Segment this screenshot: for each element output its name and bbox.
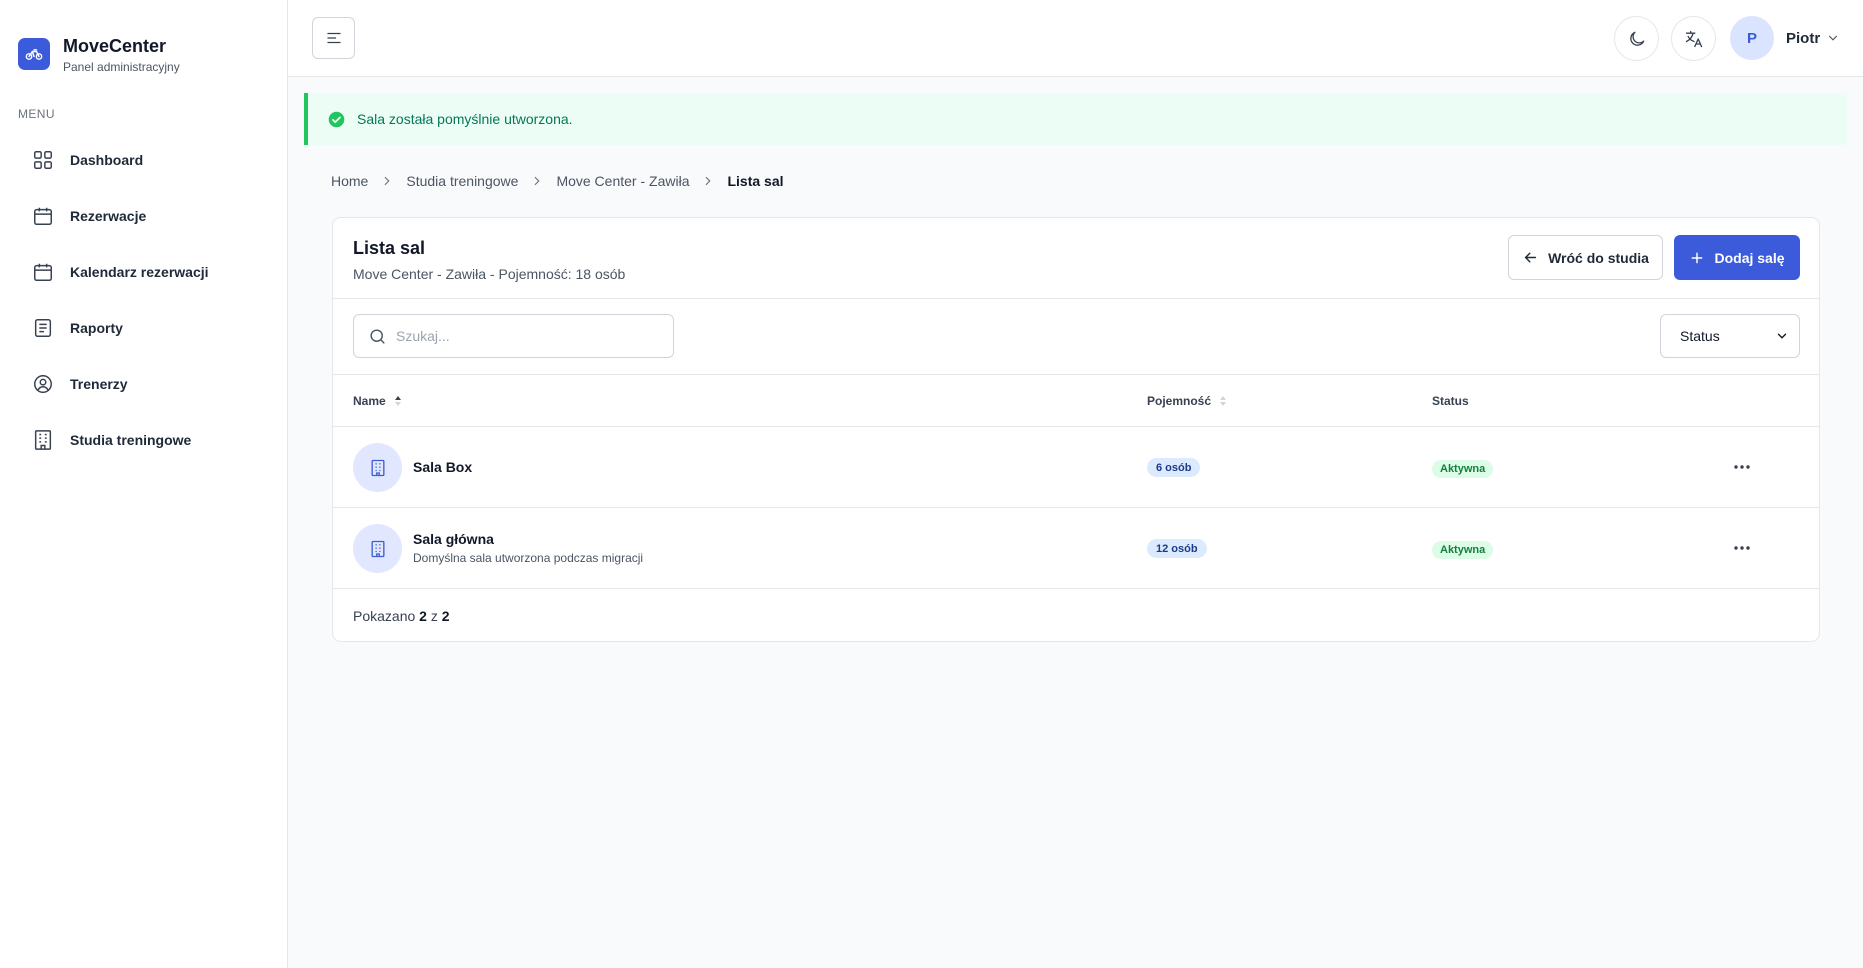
sidebar-item-dashboard[interactable]: Dashboard <box>18 132 270 188</box>
back-to-studio-button[interactable]: Wróć do studia <box>1508 235 1663 280</box>
sidebar-item-label: Studia treningowe <box>70 432 192 448</box>
chevron-right-icon <box>380 174 394 188</box>
sidebar-item-label: Rezerwacje <box>70 208 147 224</box>
moon-icon <box>1629 31 1644 46</box>
column-status-label: Status <box>1432 394 1469 408</box>
plus-icon <box>1692 252 1703 263</box>
brand-title: MoveCenter <box>63 36 167 56</box>
building-icon <box>353 524 402 573</box>
sidebar-item-label: Raporty <box>70 320 123 336</box>
chevron-right-icon <box>530 174 544 188</box>
more-actions-button[interactable] <box>1729 538 1755 558</box>
table-row[interactable]: Sala główna Domyślna sala utworzona podc… <box>333 508 1819 589</box>
breadcrumb: Home Studia treningowe Move Center - Zaw… <box>331 173 784 189</box>
sidebar-item-label: Dashboard <box>70 152 144 168</box>
success-alert: Sala została pomyślnie utworzona. <box>304 93 1847 145</box>
chevron-right-icon <box>701 174 715 188</box>
report-icon <box>34 319 52 337</box>
column-status-header: Status <box>1432 394 1469 408</box>
alert-message: Sala została pomyślnie utworzona. <box>357 111 573 127</box>
sidebar: MoveCenter Panel administracyjny MENU Da… <box>0 0 288 968</box>
brand-subtitle: Panel administracyjny <box>63 60 180 74</box>
chevron-down-icon <box>1777 333 1787 339</box>
search-box[interactable] <box>353 314 674 358</box>
more-actions-button[interactable] <box>1729 457 1755 477</box>
capacity-badge: 12 osób <box>1147 539 1207 558</box>
capacity-badge: 6 osób <box>1147 458 1201 477</box>
menu-heading: MENU <box>18 107 55 121</box>
breadcrumb-studios[interactable]: Studia treningowe <box>406 173 518 189</box>
pagination-summary: Pokazano 2 z 2 <box>353 608 450 624</box>
user-circle-icon <box>34 375 52 393</box>
building-icon <box>353 443 402 492</box>
avatar[interactable]: P <box>1730 16 1774 60</box>
translate-icon <box>1685 30 1702 47</box>
table-row[interactable]: Sala Box 6 osób Aktywna <box>333 427 1819 508</box>
column-name-header[interactable]: Name <box>353 394 402 408</box>
sidebar-item-rezerwacje[interactable]: Rezerwacje <box>18 188 270 244</box>
status-badge: Aktywna <box>1432 460 1494 478</box>
sidebar-item-studia[interactable]: Studia treningowe <box>18 412 270 468</box>
sidebar-item-trenerzy[interactable]: Trenerzy <box>18 356 270 412</box>
breadcrumb-current: Lista sal <box>727 173 784 189</box>
dark-mode-button[interactable] <box>1614 16 1659 61</box>
arrow-left-icon <box>1524 252 1537 263</box>
sidebar-item-label: Kalendarz rezerwacji <box>70 264 209 280</box>
column-name-label: Name <box>353 394 386 408</box>
add-room-button[interactable]: Dodaj salę <box>1674 235 1800 280</box>
status-filter-select[interactable]: Status <box>1660 314 1800 358</box>
more-horizontal-icon <box>1734 546 1750 550</box>
sidebar-nav: Dashboard Rezerwacje Kalendarz rezerwacj… <box>18 132 270 468</box>
chevron-down-icon[interactable] <box>1826 31 1840 45</box>
column-capacity-label: Pojemność <box>1147 394 1212 408</box>
summary-total: 2 <box>441 608 450 624</box>
search-icon <box>370 328 385 344</box>
sidebar-item-label: Trenerzy <box>70 376 128 392</box>
summary-of: z <box>430 608 438 624</box>
sidebar-item-kalendarz[interactable]: Kalendarz rezerwacji <box>18 244 270 300</box>
breadcrumb-studio[interactable]: Move Center - Zawiła <box>556 173 689 189</box>
filters-bar: Status <box>333 299 1819 375</box>
check-circle-icon <box>328 111 345 127</box>
rooms-card: Lista sal Move Center - Zawiła - Pojemno… <box>332 217 1820 642</box>
calendar-icon <box>34 207 52 225</box>
sort-asc-icon <box>394 396 401 406</box>
logo-icon <box>18 38 50 70</box>
brand[interactable]: MoveCenter Panel administracyjny <box>18 36 180 74</box>
more-horizontal-icon <box>1734 465 1750 469</box>
room-name[interactable]: Sala główna <box>413 531 494 547</box>
breadcrumb-home[interactable]: Home <box>331 173 368 189</box>
menu-icon <box>326 32 341 44</box>
table-header: Name Pojemność Status <box>333 375 1819 427</box>
sort-icon <box>1220 396 1227 406</box>
sidebar-item-raporty[interactable]: Raporty <box>18 300 270 356</box>
page-title: Lista sal <box>353 238 426 258</box>
search-input[interactable] <box>396 328 656 344</box>
grid-icon <box>34 151 52 169</box>
summary-shown: 2 <box>419 608 427 624</box>
summary-prefix: Pokazano <box>353 608 416 624</box>
calendar-icon <box>34 263 52 281</box>
menu-toggle-button[interactable] <box>312 17 355 59</box>
column-capacity-header[interactable]: Pojemność <box>1147 394 1227 408</box>
status-filter-value: Status <box>1680 328 1720 344</box>
add-button-label: Dodaj salę <box>1714 249 1785 266</box>
user-name[interactable]: Piotr <box>1786 30 1820 47</box>
back-button-label: Wróć do studia <box>1548 249 1649 266</box>
card-header: Lista sal Move Center - Zawiła - Pojemno… <box>333 218 1819 299</box>
page-subtitle: Move Center - Zawiła - Pojemność: 18 osó… <box>353 266 626 282</box>
building-icon <box>34 430 52 450</box>
language-button[interactable] <box>1671 16 1716 61</box>
topbar: P Piotr <box>288 0 1863 77</box>
room-name[interactable]: Sala Box <box>413 459 472 475</box>
status-badge: Aktywna <box>1432 541 1494 559</box>
room-description: Domyślna sala utworzona podczas migracji <box>413 551 644 565</box>
